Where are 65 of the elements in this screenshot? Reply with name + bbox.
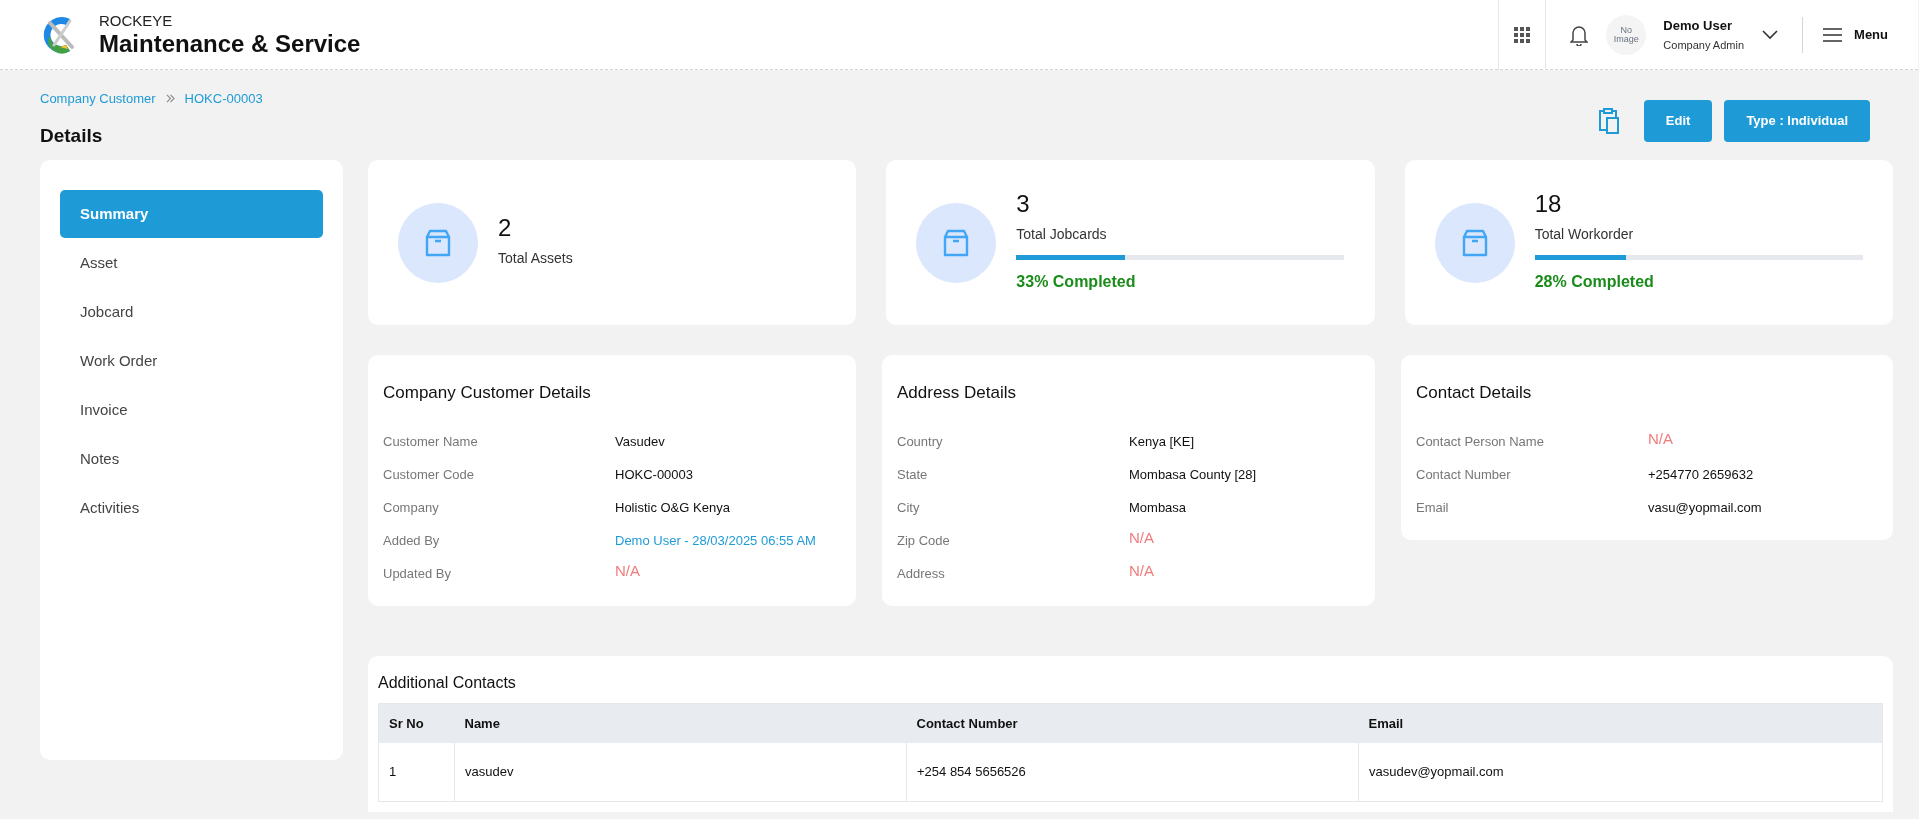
menu-button[interactable]: Menu [1823,24,1888,45]
section-title: Additional Contacts [378,672,517,693]
card-title: Contact Details [1416,382,1533,404]
field-label: Added By [383,532,441,551]
field-label: City [897,499,921,518]
column-header: Sr No [378,703,455,743]
card-title: Address Details [897,382,1018,404]
stat-label: Total Workorder [1534,224,1635,244]
field-label: Address [897,565,946,584]
stat-label: Total Jobcards [1016,224,1108,244]
brand-subtitle: ROCKEYE [99,13,174,28]
stat-value: 2 [498,216,513,240]
field-value: +254770 2659632 [1648,466,1754,485]
sidebar-tab[interactable]: Jobcard [60,288,323,336]
field-label: Company [383,499,440,518]
field-value: Mombasa [1129,499,1187,518]
page-title: Details [40,123,104,148]
menu-icon [1823,27,1843,42]
field-label: Email [1416,499,1450,518]
apps-grid-icon[interactable] [1514,26,1531,43]
field-value: Mombasa County [28] [1129,466,1257,485]
notification-bell-icon[interactable] [1570,23,1589,46]
sidebar-tab[interactable]: Notes [60,435,323,483]
field-label: Country [897,433,944,452]
clipboard-icon[interactable] [1597,107,1620,135]
user-role: Company Admin [1663,38,1745,53]
user-name: Demo User [1663,16,1733,35]
table-cell: vasudev@yopmail.com [1358,743,1883,801]
avatar-text: No Image [1612,25,1640,44]
sidebar-tab[interactable]: Asset [60,239,323,287]
brand-title: Maintenance & Service [99,32,361,56]
sidebar-tab[interactable]: Invoice [60,386,323,434]
column-header: Email [1358,703,1883,743]
stat-label: Total Assets [498,249,574,268]
table-cell: +254 854 5656526 [906,743,1359,801]
field-value: Holistic O&G Kenya [615,499,730,518]
stat-value: 3 [1016,191,1031,216]
field-label: Customer Name [383,433,479,452]
column-header: Name [454,703,907,743]
field-value: vasu@yopmail.com [1648,499,1762,518]
chevron-right-icon [165,94,175,104]
sidebar-tab[interactable]: Activities [60,484,323,532]
field-label: Updated By [383,565,452,584]
card-title: Company Customer Details [383,382,592,404]
completion-text: 28% Completed [1534,271,1655,292]
field-value: N/A [1648,428,1673,449]
field-label: State [897,466,929,485]
sidebar-tab[interactable]: Work Order [60,337,323,385]
field-value: N/A [1129,560,1154,581]
field-label: Zip Code [897,532,951,551]
chevron-down-icon[interactable] [1762,29,1779,40]
field-label: Contact Number [1416,466,1512,485]
stat-value: 18 [1534,191,1563,216]
field-value: Kenya [KE] [1129,433,1195,452]
table-cell: 1 [378,743,455,801]
field-value: HOKC-00003 [615,466,694,485]
field-value: N/A [615,560,640,581]
box-icon [423,227,453,258]
column-header: Contact Number [906,703,1359,743]
field-label: Customer Code [383,466,476,485]
table-cell: vasudev [454,743,907,801]
field-label: Contact Person Name [1416,433,1545,452]
field-value: N/A [1129,527,1154,548]
completion-text: 33% Completed [1016,271,1137,292]
field-value: Vasudev [615,433,665,452]
